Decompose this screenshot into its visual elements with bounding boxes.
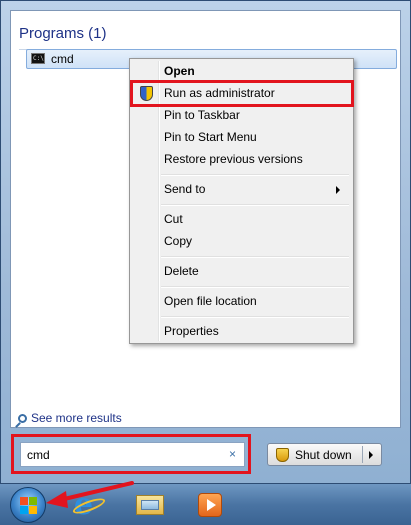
divider — [362, 446, 363, 463]
shut-down-label: Shut down — [295, 448, 352, 462]
see-more-results-link[interactable]: See more results — [18, 411, 122, 425]
media-player-icon[interactable] — [194, 489, 228, 521]
menu-item-label: Send to — [164, 182, 206, 196]
programs-group-title: Programs (1) — [19, 25, 107, 42]
shield-icon — [276, 448, 289, 462]
highlight-run-as-administrator — [130, 80, 354, 107]
command-prompt-icon: C:\ — [31, 53, 45, 64]
menu-item-copy[interactable]: Copy — [133, 230, 350, 252]
windows-explorer-icon[interactable] — [133, 489, 167, 521]
highlight-search-box — [11, 434, 251, 474]
chevron-right-icon[interactable] — [369, 451, 373, 459]
menu-item-delete[interactable]: Delete — [133, 260, 350, 282]
menu-item-pin-to-taskbar[interactable]: Pin to Taskbar — [133, 104, 350, 126]
menu-item-properties[interactable]: Properties — [133, 320, 350, 342]
menu-item-open-file-location[interactable]: Open file location — [133, 290, 350, 312]
search-icon — [18, 414, 27, 423]
menu-item-open[interactable]: Open — [133, 60, 350, 82]
menu-separator — [161, 316, 349, 318]
result-item-label: cmd — [51, 52, 74, 66]
menu-item-pin-to-start-menu[interactable]: Pin to Start Menu — [133, 126, 350, 148]
menu-item-cut[interactable]: Cut — [133, 208, 350, 230]
start-button[interactable] — [10, 487, 46, 523]
menu-separator — [161, 204, 349, 206]
menu-item-restore-previous-versions[interactable]: Restore previous versions — [133, 148, 350, 170]
internet-explorer-icon[interactable]: e — [71, 489, 107, 521]
menu-separator — [161, 286, 349, 288]
menu-separator — [161, 256, 349, 258]
windows-logo-icon — [29, 506, 37, 514]
see-more-results-label: See more results — [31, 411, 122, 425]
submenu-arrow-icon — [336, 186, 340, 194]
menu-separator — [161, 174, 349, 176]
windows-logo-icon — [29, 497, 37, 505]
windows-logo-icon — [20, 497, 28, 505]
shut-down-button[interactable]: Shut down — [267, 443, 382, 466]
windows-logo-icon — [20, 506, 28, 514]
menu-item-send-to[interactable]: Send to — [133, 178, 350, 200]
